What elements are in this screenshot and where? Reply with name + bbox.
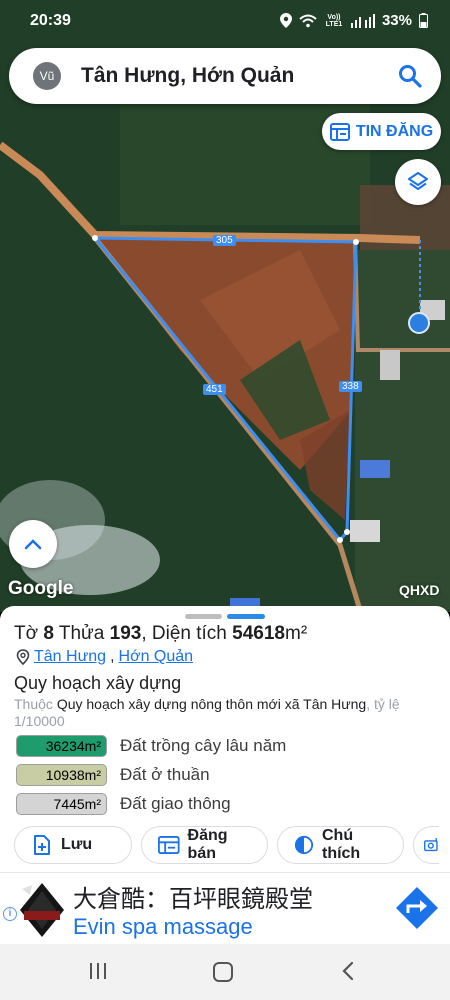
add-document-icon <box>34 835 50 855</box>
legend-label: Đất ở thuần <box>120 765 210 784</box>
legend-row: 36234m² Đất trồng cây lâu năm <box>16 734 436 758</box>
legend-row: 7445m² Đất giao thông <box>16 792 436 816</box>
signal-icon <box>350 13 375 28</box>
listing-board-icon <box>158 836 180 854</box>
edge-length-338: 338 <box>342 381 359 392</box>
parcel-area-label: , Diện tích <box>141 623 233 644</box>
edge-label-diagonal: 451 <box>203 384 226 395</box>
listings-button-label: TIN ĐĂNG <box>355 122 434 140</box>
ad-banner[interactable]: i 大倉酷：百坪眼鏡殿堂 Evin spa massage <box>0 872 450 944</box>
edge-label-top: 305 <box>213 235 236 246</box>
post-for-sale-label: Đăng bán <box>187 827 228 862</box>
legend-swatch: 7445m² <box>16 793 107 815</box>
listing-board-icon <box>329 122 350 141</box>
parcel-area-value: 54618 <box>232 623 285 644</box>
search-icon[interactable] <box>397 63 423 89</box>
volte-lte-indicator: Vo)) LTE1 <box>325 13 343 28</box>
battery-icon <box>419 13 428 28</box>
status-icons: Vo)) LTE1 33% <box>279 12 428 29</box>
listings-button[interactable]: TIN ĐĂNG <box>322 113 441 150</box>
chevron-up-icon <box>24 539 42 550</box>
map-view[interactable]: 305 451 338 20:39 Vo)) LTE1 33% Vũ Tân H… <box>0 0 450 612</box>
location-pin-icon <box>16 649 30 665</box>
planning-name: Quy hoạch xây dựng nông thôn mới xã Tân … <box>56 696 367 712</box>
search-query-text[interactable]: Tân Hưng, Hớn Quản <box>81 64 397 88</box>
location-separator: , <box>110 648 115 665</box>
back-icon[interactable] <box>340 961 356 981</box>
system-nav-bar <box>0 944 450 1000</box>
legend-row: 10938m² Đất ở thuần <box>16 763 436 787</box>
parcel-plot-number: 193 <box>109 623 142 644</box>
legend-swatch: 10938m² <box>16 764 107 786</box>
planning-heading: Quy hoạch xây dựng <box>14 673 182 693</box>
parcel-area-unit: m² <box>285 623 308 644</box>
contrast-icon <box>294 835 314 855</box>
post-for-sale-button[interactable]: Đăng bán <box>141 826 268 864</box>
directions-icon[interactable] <box>394 885 440 931</box>
current-location-dot <box>408 312 430 334</box>
action-buttons: Lưu Đăng bán Chú thích <box>14 826 439 864</box>
search-bar[interactable]: Vũ Tân Hưng, Hớn Quản <box>9 48 441 104</box>
edge-label-right: 338 <box>339 381 362 392</box>
battery-percent: 33% <box>381 12 412 29</box>
parcel-location: Tân Hưng, Hớn Quản <box>16 648 193 666</box>
parcel-plot-label: Thửa <box>53 623 110 644</box>
location-pin-icon <box>279 13 292 28</box>
advertiser-logo <box>20 883 64 937</box>
ad-info-icon[interactable]: i <box>3 907 17 921</box>
district-link[interactable]: Hớn Quản <box>119 648 194 666</box>
wifi-icon <box>299 14 317 27</box>
legend-note-button[interactable]: Chú thích <box>277 826 404 864</box>
save-button[interactable]: Lưu <box>14 826 132 864</box>
parcel-title: Tờ 8 Thửa 193, Diện tích 54618m² <box>14 623 307 645</box>
avatar[interactable]: Vũ <box>33 62 61 90</box>
status-bar: 20:39 Vo)) LTE1 33% <box>0 0 450 44</box>
add-photo-icon <box>424 838 438 852</box>
ad-title[interactable]: 大倉酷：百坪眼鏡殿堂 <box>73 879 313 914</box>
planning-description: Thuộc Quy hoạch xây dựng nông thôn mới x… <box>14 696 442 730</box>
status-time: 20:39 <box>30 12 71 29</box>
commune-link[interactable]: Tân Hưng <box>34 648 106 666</box>
recent-apps-icon[interactable] <box>88 961 108 981</box>
legend-label: Đất trồng cây lâu năm <box>120 736 287 755</box>
layer-code-label: QHXD <box>399 582 440 598</box>
map-layers-button[interactable] <box>395 159 441 205</box>
sheet-handle-active[interactable] <box>227 614 265 619</box>
home-icon[interactable] <box>212 961 234 983</box>
legend-label: Đất giao thông <box>120 794 231 813</box>
edge-length-305: 305 <box>216 235 233 246</box>
layers-icon <box>408 172 428 190</box>
planning-desc-prefix: Thuộc <box>14 696 57 712</box>
edge-length-451: 451 <box>206 384 223 395</box>
parcel-sheet-number: 8 <box>43 623 54 644</box>
legend-swatch: 36234m² <box>16 735 107 757</box>
ad-subtitle[interactable]: Evin spa massage <box>73 914 253 940</box>
legend-note-label: Chú thích <box>321 827 361 862</box>
google-logo: Google <box>8 578 74 599</box>
sheet-handle[interactable] <box>185 614 222 619</box>
parcel-info-sheet: Tờ 8 Thửa 193, Diện tích 54618m² Tân Hưn… <box>0 606 450 872</box>
add-photo-button[interactable] <box>413 826 439 864</box>
expand-toggle-button[interactable] <box>9 520 57 568</box>
parcel-sheet-label: Tờ <box>14 623 44 644</box>
save-button-label: Lưu <box>61 836 93 853</box>
